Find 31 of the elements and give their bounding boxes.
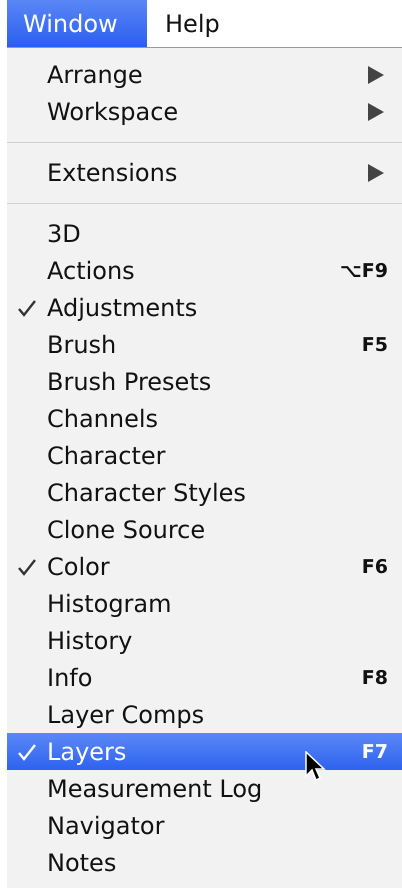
shortcut-text: F7 <box>362 740 388 762</box>
menu-item[interactable]: Character <box>7 437 402 474</box>
shortcut-text: F5 <box>362 334 388 356</box>
menu-item[interactable]: Color F6 <box>7 548 402 585</box>
shortcut-text: F8 <box>362 666 388 688</box>
shortcut-text: ⌥F9 <box>340 260 388 282</box>
mouse-pointer-icon <box>305 751 327 783</box>
menu-item[interactable]: Histogram <box>7 585 402 622</box>
menu-item[interactable]: Channels <box>7 400 402 437</box>
menu-item[interactable]: 3D <box>7 215 402 252</box>
menu-item[interactable]: Info F8 <box>7 659 402 696</box>
menu-item[interactable]: History <box>7 622 402 659</box>
menu-item[interactable]: Clone Source <box>7 511 402 548</box>
menu-item[interactable]: Character Styles <box>7 474 402 511</box>
menu-item[interactable]: Measurement Log <box>7 770 402 807</box>
submenu-arrow-icon <box>368 66 384 84</box>
menu-item[interactable]: Brush Presets <box>7 363 402 400</box>
menu-bar-item[interactable]: Help <box>147 0 236 47</box>
menu-item[interactable]: Navigator <box>7 807 402 844</box>
menu-item[interactable]: Notes <box>7 844 402 881</box>
menu-item[interactable]: Extensions <box>7 154 402 191</box>
menu-item[interactable]: Adjustments <box>7 289 402 326</box>
menu-item[interactable]: Arrange <box>7 56 402 93</box>
menu-bar-item[interactable]: Window <box>7 0 147 47</box>
shortcut-text: F6 <box>362 556 388 578</box>
menu-item[interactable]: Layer Comps <box>7 696 402 733</box>
submenu-arrow-icon <box>368 102 384 120</box>
menu-item[interactable]: Actions ⌥F9 <box>7 252 402 289</box>
menu-item[interactable]: Workspace <box>7 93 402 130</box>
menu-item[interactable]: Brush F5 <box>7 326 402 363</box>
submenu-arrow-icon <box>368 164 384 182</box>
